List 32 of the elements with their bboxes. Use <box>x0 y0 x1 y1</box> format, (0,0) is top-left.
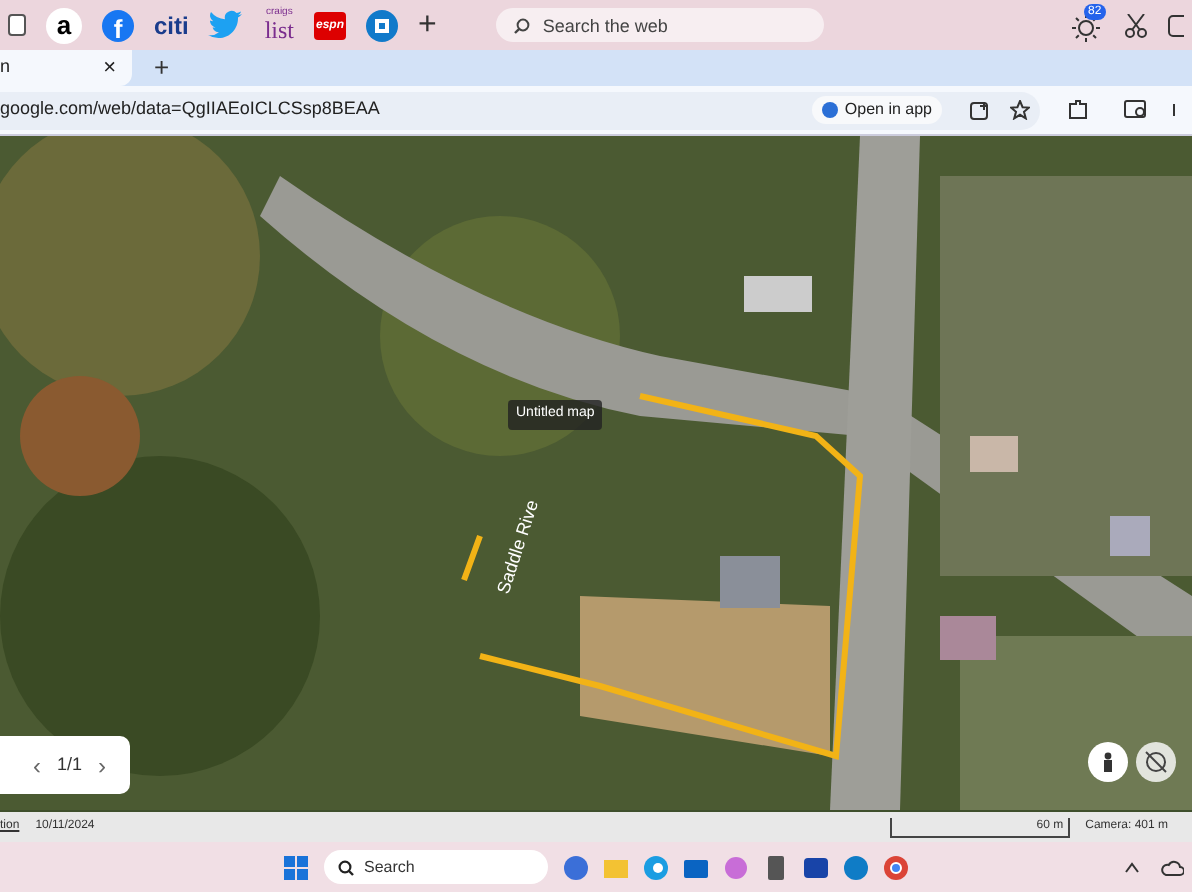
facebook-bookmark[interactable]: f <box>102 9 134 41</box>
taskbar-search-field[interactable]: Search <box>324 850 548 884</box>
sun-icon[interactable] <box>1072 13 1100 41</box>
split-screen-icon[interactable] <box>1124 100 1148 120</box>
scissors-icon[interactable] <box>1124 13 1148 37</box>
citi-bookmark[interactable]: citi <box>154 13 189 37</box>
puzzle-icon[interactable] <box>1068 100 1088 120</box>
previous-button[interactable]: ‹ <box>32 747 41 783</box>
chevron-up-icon[interactable] <box>1124 861 1140 873</box>
star-icon[interactable] <box>1010 100 1030 120</box>
add-favorite-button[interactable]: + <box>418 9 437 41</box>
tab-actions-icon[interactable] <box>8 14 26 36</box>
search-icon <box>338 859 354 875</box>
cloud-icon[interactable] <box>1160 859 1184 875</box>
app-logo-icon <box>822 102 839 118</box>
page-counter: 1/1 <box>56 751 82 778</box>
window-icon[interactable] <box>1168 13 1184 37</box>
tab-close-button[interactable]: × <box>103 51 116 85</box>
road-label: Saddle Rive <box>491 497 545 598</box>
tab-add-icon[interactable] <box>970 101 990 119</box>
next-button[interactable]: › <box>98 747 106 783</box>
amazon-bookmark[interactable]: a <box>46 7 82 43</box>
new-tab-button[interactable]: + <box>154 48 170 88</box>
windows-start-icon[interactable] <box>284 855 308 879</box>
web-search-field[interactable]: Search the web <box>496 8 825 42</box>
url-text: google.com/web/data=QgIIAEoICLCSsp8BEAA <box>0 96 382 123</box>
address-bar[interactable]: google.com/web/data=QgIIAEoICLCSsp8BEAA Open in app <box>0 91 1040 129</box>
person-icon <box>1102 752 1114 772</box>
compass-icon <box>1144 750 1168 774</box>
search-icon <box>514 17 531 33</box>
browser-tab[interactable]: n × <box>0 50 132 86</box>
open-in-app-button[interactable]: Open in app <box>812 96 942 124</box>
